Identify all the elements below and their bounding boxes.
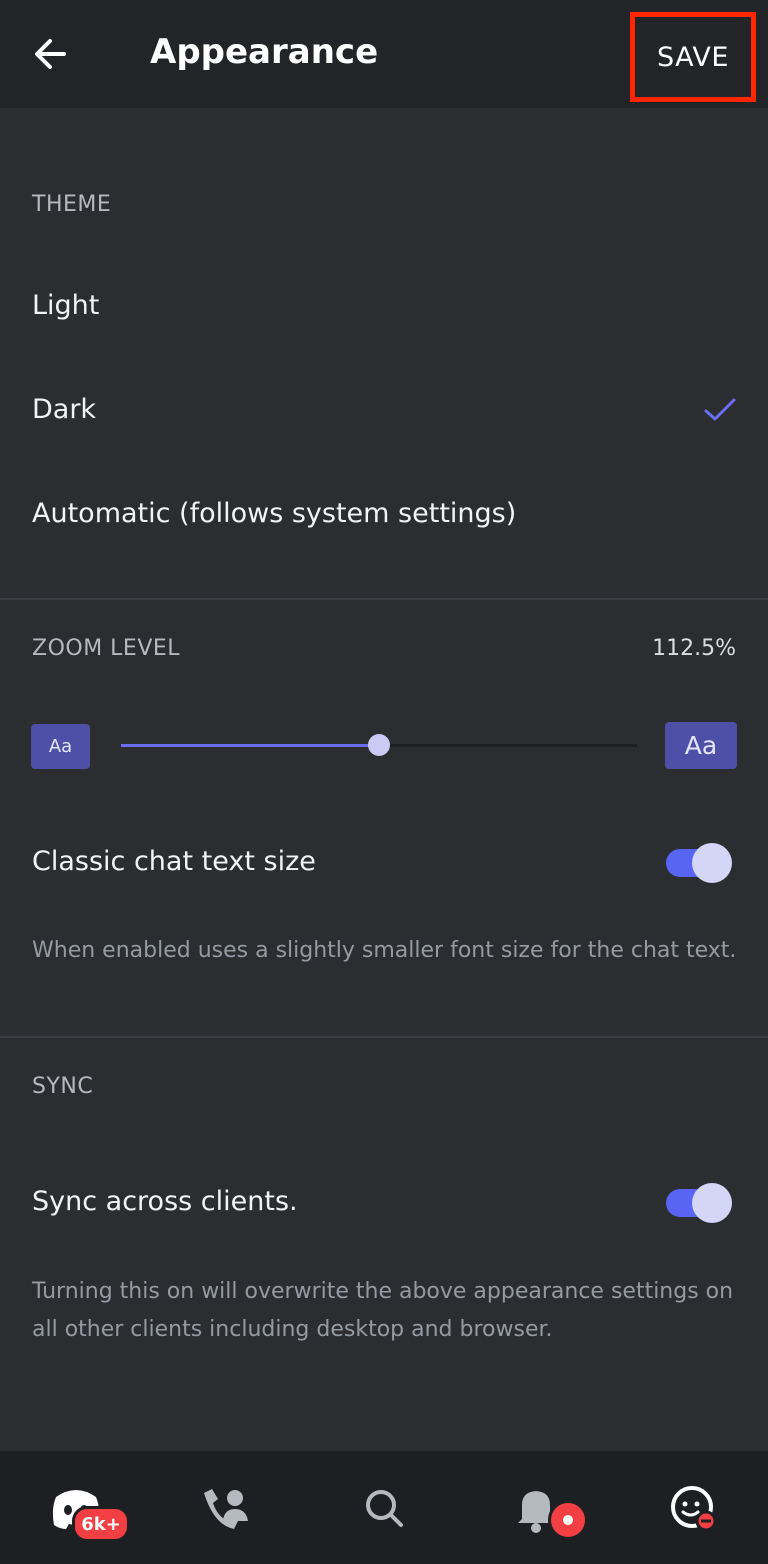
zoom-large-text-icon: Aa: [665, 722, 737, 769]
toggle-knob: [692, 843, 732, 883]
zoom-slider-thumb[interactable]: [368, 734, 390, 756]
notification-status-dot-center: [563, 1515, 573, 1525]
classic-chat-toggle[interactable]: [666, 843, 732, 883]
classic-chat-help: When enabled uses a slightly smaller fon…: [32, 938, 737, 963]
sync-label: Sync across clients.: [32, 1186, 298, 1217]
friends-icon: [204, 1489, 248, 1529]
zoom-section-label: ZOOM LEVEL: [32, 636, 181, 661]
nav-search[interactable]: [354, 1481, 414, 1537]
theme-option-label: Automatic (follows system settings): [32, 498, 517, 529]
nav-friends[interactable]: [198, 1481, 258, 1537]
back-button[interactable]: [28, 30, 76, 78]
sync-help: Turning this on will overwrite the above…: [32, 1279, 734, 1342]
theme-option-dark[interactable]: Dark: [0, 362, 768, 458]
checkmark-icon: [704, 398, 736, 421]
theme-option-automatic[interactable]: Automatic (follows system settings): [0, 466, 768, 562]
back-arrow-icon: [35, 39, 66, 69]
theme-option-label: Light: [32, 290, 100, 321]
top-app-bar: Appearance SAVE: [0, 0, 768, 108]
nav-profile[interactable]: [662, 1481, 722, 1537]
sync-section-label: SYNC: [32, 1074, 94, 1099]
zoom-value: 112.5%: [652, 636, 736, 661]
profile-avatar-icon: [671, 1486, 717, 1532]
section-divider: [0, 1036, 768, 1038]
zoom-slider-fill: [121, 744, 379, 747]
section-divider: [0, 598, 768, 600]
save-highlight-box: SAVE: [630, 12, 756, 102]
sync-toggle[interactable]: [666, 1183, 732, 1223]
search-icon: [366, 1490, 403, 1527]
zoom-small-text-icon: Aa: [31, 724, 90, 769]
save-button[interactable]: SAVE: [635, 17, 751, 97]
notification-status-dot: [548, 1500, 588, 1540]
theme-option-light[interactable]: Light: [0, 258, 768, 354]
theme-section-label: THEME: [32, 192, 112, 217]
theme-option-label: Dark: [32, 394, 97, 425]
page-title: Appearance: [150, 32, 379, 72]
zoom-slider[interactable]: [121, 732, 637, 760]
classic-chat-label: Classic chat text size: [32, 846, 316, 877]
toggle-knob: [692, 1183, 732, 1223]
home-mention-badge: 6k+: [72, 1506, 130, 1542]
